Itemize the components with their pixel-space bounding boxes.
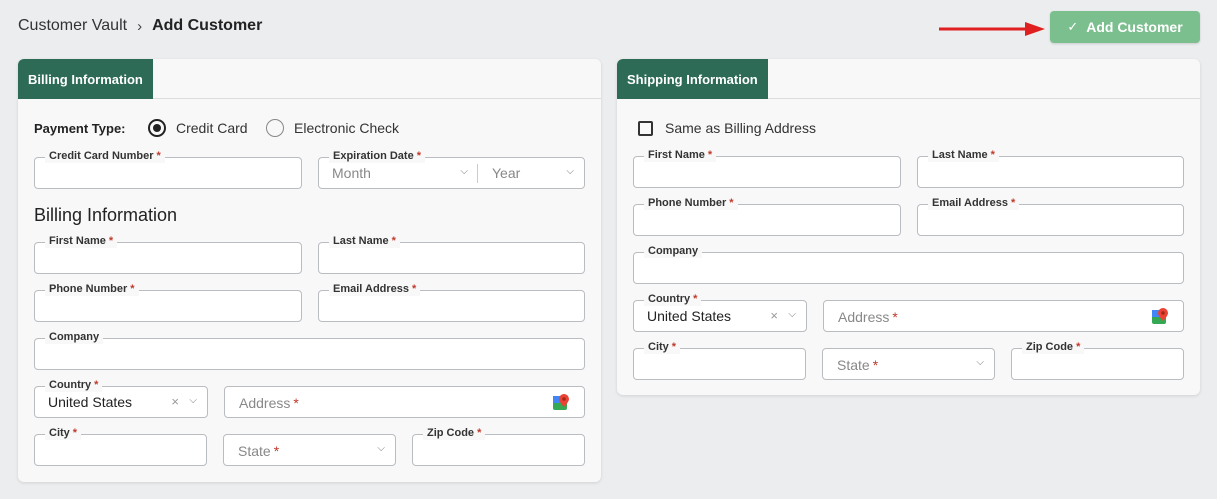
- country-value: United States: [647, 308, 732, 324]
- shipping-card-header: Shipping Information: [617, 59, 1200, 99]
- first-name-label: First Name *: [644, 148, 717, 162]
- credit-card-number-field[interactable]: Credit Card Number *: [34, 149, 302, 189]
- clear-icon[interactable]: ×: [770, 308, 778, 323]
- expiration-date-label: Expiration Date *: [329, 149, 425, 163]
- address-placeholder: Address *: [239, 395, 299, 411]
- billing-section-title: Billing Information: [34, 205, 178, 225]
- shipping-email-field[interactable]: Email Address *: [917, 196, 1184, 236]
- shipping-state-select[interactable]: State * ⌵: [822, 348, 995, 380]
- phone-label: Phone Number *: [644, 196, 738, 210]
- email-label: Email Address *: [928, 196, 1020, 210]
- radio-unselected-icon[interactable]: [266, 119, 284, 137]
- google-maps-icon[interactable]: [552, 393, 570, 411]
- month-select[interactable]: Month: [332, 165, 371, 181]
- add-customer-label: Add Customer: [1086, 19, 1183, 35]
- country-value: United States: [48, 394, 133, 410]
- shipping-zip-field[interactable]: Zip Code *: [1011, 340, 1184, 380]
- chevron-down-icon[interactable]: ⌵: [377, 443, 385, 454]
- billing-country-select[interactable]: Country * United States × ⌵: [34, 378, 208, 418]
- annotation-arrow-icon: [939, 22, 1045, 36]
- expiration-divider: [477, 164, 478, 183]
- radio-credit-card[interactable]: Credit Card: [148, 119, 248, 137]
- country-label: Country *: [45, 378, 103, 392]
- checkbox-icon[interactable]: [638, 120, 653, 136]
- add-customer-button[interactable]: ✓ Add Customer: [1050, 11, 1200, 43]
- billing-city-field[interactable]: City *: [34, 426, 207, 466]
- billing-zip-field[interactable]: Zip Code *: [412, 426, 585, 466]
- billing-email-field[interactable]: Email Address *: [318, 282, 585, 322]
- google-maps-icon[interactable]: [1151, 307, 1169, 325]
- zip-code-label: Zip Code *: [1022, 340, 1085, 354]
- tab-billing-information[interactable]: Billing Information: [18, 59, 153, 99]
- state-placeholder: State *: [837, 357, 879, 373]
- clear-icon[interactable]: ×: [171, 394, 179, 409]
- shipping-company-field[interactable]: Company: [633, 244, 1184, 284]
- billing-card: Billing Information Payment Type: Credit…: [18, 59, 601, 482]
- year-select[interactable]: Year: [492, 165, 520, 181]
- radio-electronic-check-label: Electronic Check: [294, 120, 400, 136]
- country-label: Country *: [644, 292, 702, 306]
- billing-first-name-field[interactable]: First Name *: [34, 234, 302, 274]
- shipping-address-field[interactable]: Address *: [823, 300, 1184, 332]
- billing-address-field[interactable]: Address *: [224, 386, 585, 418]
- chevron-down-icon[interactable]: ⌵: [976, 357, 984, 368]
- billing-company-field[interactable]: Company: [34, 330, 585, 370]
- chevron-down-icon[interactable]: ⌵: [788, 309, 796, 320]
- first-name-label: First Name *: [45, 234, 118, 248]
- credit-card-number-label: Credit Card Number *: [45, 149, 165, 163]
- city-label: City *: [644, 340, 681, 354]
- shipping-first-name-field[interactable]: First Name *: [633, 148, 901, 188]
- company-label: Company: [45, 330, 104, 344]
- radio-electronic-check[interactable]: Electronic Check: [266, 119, 399, 137]
- same-as-billing-label: Same as Billing Address: [665, 120, 816, 136]
- shipping-card: Shipping Information Same as Billing Add…: [617, 59, 1200, 395]
- shipping-last-name-field[interactable]: Last Name *: [917, 148, 1184, 188]
- chevron-down-icon[interactable]: ⌵: [189, 395, 197, 406]
- last-name-label: Last Name *: [329, 234, 400, 248]
- same-as-billing-checkbox[interactable]: Same as Billing Address: [638, 120, 816, 136]
- email-label: Email Address *: [329, 282, 421, 296]
- zip-code-label: Zip Code *: [423, 426, 486, 440]
- breadcrumb-current: Add Customer: [152, 17, 263, 34]
- shipping-phone-field[interactable]: Phone Number *: [633, 196, 901, 236]
- payment-type-label: Payment Type:: [34, 121, 126, 136]
- expiration-date-field: Expiration Date * Month ⌵ Year ⌵: [318, 149, 585, 189]
- shipping-city-field[interactable]: City *: [633, 340, 806, 380]
- address-placeholder: Address *: [838, 309, 898, 325]
- check-icon: ✓: [1067, 19, 1079, 34]
- breadcrumb-separator: ›: [137, 17, 143, 35]
- phone-label: Phone Number *: [45, 282, 139, 296]
- tab-shipping-information[interactable]: Shipping Information: [617, 59, 768, 99]
- month-chevron-down-icon[interactable]: ⌵: [460, 166, 468, 177]
- company-label: Company: [644, 244, 703, 258]
- radio-credit-card-label: Credit Card: [176, 120, 248, 136]
- billing-state-select[interactable]: State * ⌵: [223, 434, 396, 466]
- breadcrumb: Customer Vault › Add Customer: [18, 17, 262, 35]
- year-chevron-down-icon[interactable]: ⌵: [566, 166, 574, 177]
- billing-last-name-field[interactable]: Last Name *: [318, 234, 585, 274]
- billing-phone-field[interactable]: Phone Number *: [34, 282, 302, 322]
- city-label: City *: [45, 426, 82, 440]
- radio-selected-icon[interactable]: [148, 119, 166, 137]
- billing-card-header: Billing Information: [18, 59, 601, 99]
- state-placeholder: State *: [238, 443, 280, 459]
- breadcrumb-root[interactable]: Customer Vault: [18, 17, 127, 35]
- last-name-label: Last Name *: [928, 148, 999, 162]
- shipping-country-select[interactable]: Country * United States × ⌵: [633, 292, 807, 332]
